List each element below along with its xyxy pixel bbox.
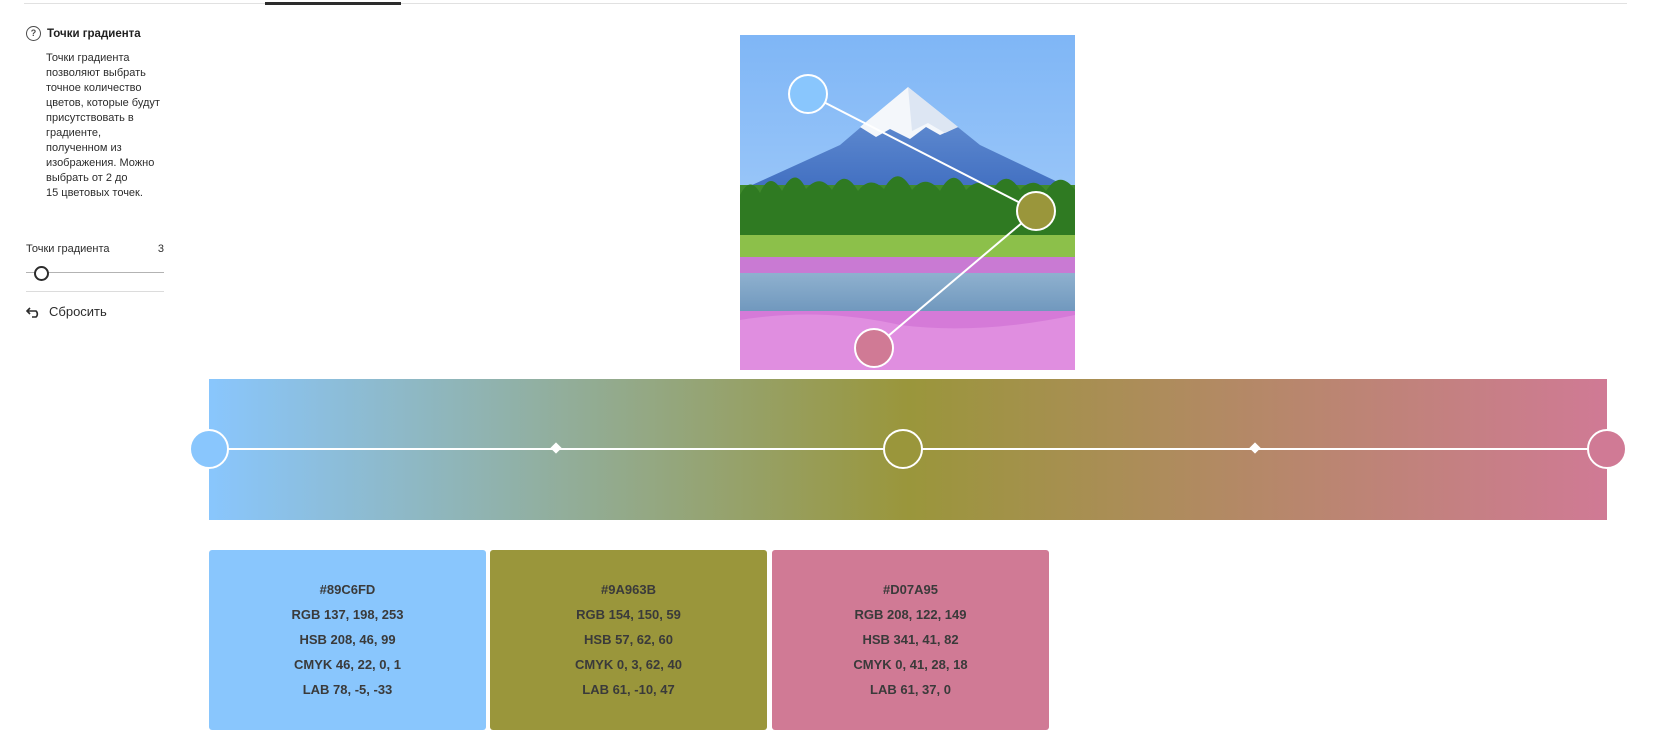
swatch-rgb: RGB 137, 198, 253 [291,607,404,622]
swatch-cmyk: CMYK 0, 3, 62, 40 [575,657,682,672]
sidebar: ? Точки градиента Точки градиента позвол… [26,26,164,201]
gradient-stops-slider[interactable] [26,266,164,281]
swatch-hsb: HSB 341, 41, 82 [862,632,959,647]
sidebar-divider [26,291,164,292]
gradient-bar [209,379,1607,520]
swatch-1[interactable]: #89C6FD RGB 137, 198, 253 HSB 208, 46, 9… [209,550,486,730]
help-title: Точки градиента [47,27,141,40]
source-image [740,35,1075,370]
gradient-stops-value: 3 [157,243,164,255]
swatch-3[interactable]: #D07A95 RGB 208, 122, 149 HSB 341, 41, 8… [772,550,1049,730]
swatch-2[interactable]: #9A963B RGB 154, 150, 59 HSB 57, 62, 60 … [490,550,767,730]
swatch-cmyk: CMYK 46, 22, 0, 1 [294,657,401,672]
help-description: Точки градиента позволяют выбрать точное… [46,52,160,199]
swatch-lab: LAB 61, 37, 0 [870,682,951,697]
swatch-hex: #89C6FD [319,582,376,597]
swatch-hex: #9A963B [601,582,656,597]
swatch-hsb: HSB 57, 62, 60 [584,632,673,647]
reset-button[interactable]: Сбросить [26,304,107,319]
undo-icon [26,306,39,318]
active-tab-indicator [265,2,401,5]
swatch-hex: #D07A95 [883,582,938,597]
swatch-cmyk: CMYK 0, 41, 28, 18 [853,657,968,672]
swatch-rgb: RGB 208, 122, 149 [854,607,967,622]
help-header: ? Точки градиента [26,26,164,41]
slider-thumb[interactable] [34,266,49,281]
swatch-lab: LAB 78, -5, -33 [302,682,393,697]
reset-label: Сбросить [49,304,107,319]
swatch-lab: LAB 61, -10, 47 [582,682,675,697]
help-icon[interactable]: ? [26,26,41,41]
gradient-stops-row: Точки градиента 3 [26,243,164,255]
swatch-hsb: HSB 208, 46, 99 [299,632,396,647]
gradient-stops-label: Точки градиента [26,243,110,255]
swatch-rgb: RGB 154, 150, 59 [576,607,681,622]
